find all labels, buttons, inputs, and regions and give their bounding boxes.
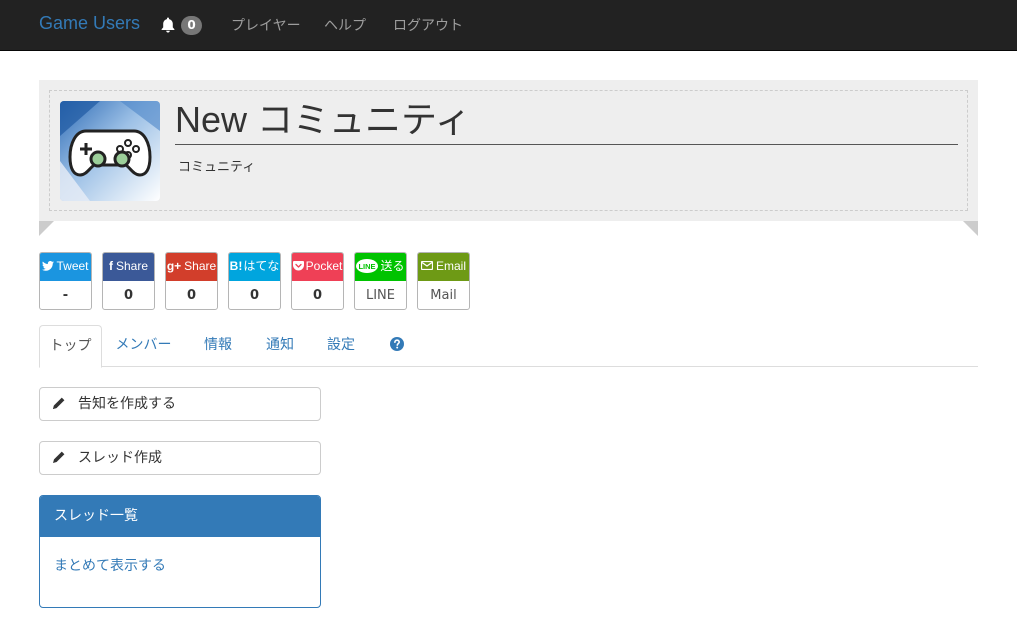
line-icon: LINE — [356, 259, 379, 273]
tab-top[interactable]: トップ — [39, 325, 102, 368]
googleplus-icon: g+ — [166, 259, 182, 273]
ribbon-fold-right — [963, 221, 978, 236]
share-twitter-button[interactable]: Tweet - — [39, 252, 92, 310]
share-line-button[interactable]: LINE 送る LINE — [354, 252, 407, 310]
tab-help[interactable] — [379, 325, 415, 367]
thread-list-title: スレッド一覧 — [40, 496, 320, 537]
bell-icon[interactable] — [159, 16, 177, 34]
create-thread-label: スレッド作成 — [78, 450, 162, 466]
tab-info[interactable]: 情報 — [189, 325, 247, 367]
top-navbar: Game Users 0 プレイヤー ヘルプ ログアウト — [0, 0, 1017, 51]
facebook-icon: f — [108, 259, 113, 273]
share-label: 送る — [380, 259, 405, 273]
share-googleplus-button[interactable]: g+ Share 0 — [165, 252, 218, 310]
gamepad-icon — [60, 101, 160, 201]
community-tabs: トップ メンバー 情報 通知 設定 — [39, 325, 978, 368]
brand-link[interactable]: Game Users — [39, 13, 140, 34]
create-notice-button[interactable]: 告知を作成する — [39, 387, 321, 421]
ribbon-fold-left — [39, 221, 54, 236]
thread-list-panel: スレッド一覧 まとめて表示する — [39, 495, 321, 608]
share-facebook-button[interactable]: f Share 0 — [102, 252, 155, 310]
community-title: New コミュニティ — [175, 98, 958, 145]
share-label: はてな — [243, 259, 280, 273]
share-count: 0 — [186, 288, 197, 303]
nav-link-players[interactable]: プレイヤー — [231, 15, 301, 35]
tab-members[interactable]: メンバー — [105, 325, 182, 367]
share-label: Share — [184, 259, 217, 273]
pocket-icon — [292, 261, 304, 271]
share-count: 0 — [123, 288, 134, 303]
share-count: 0 — [249, 288, 260, 303]
nav-link-logout[interactable]: ログアウト — [393, 15, 463, 35]
share-label: Share — [115, 259, 149, 273]
create-thread-button[interactable]: スレッド作成 — [39, 441, 321, 475]
share-pocket-button[interactable]: Pocket 0 — [291, 252, 344, 310]
hatena-icon: B! — [229, 259, 243, 273]
community-avatar — [60, 101, 160, 201]
pencil-icon — [53, 451, 65, 463]
share-count: - — [62, 288, 69, 303]
share-count: Mail — [430, 288, 457, 303]
share-count: 0 — [312, 288, 323, 303]
share-hatena-button[interactable]: B!はてな 0 — [228, 252, 281, 310]
create-notice-label: 告知を作成する — [78, 396, 176, 412]
share-label: Email — [435, 259, 466, 273]
notification-count-badge[interactable]: 0 — [181, 16, 202, 35]
nav-link-help[interactable]: ヘルプ — [324, 15, 366, 35]
tab-notifications[interactable]: 通知 — [251, 325, 309, 367]
svg-text:LINE: LINE — [359, 262, 376, 271]
question-circle-icon — [390, 337, 404, 351]
share-email-button[interactable]: Email Mail — [417, 252, 470, 310]
share-label: Tweet — [56, 259, 89, 273]
twitter-icon — [42, 261, 55, 271]
share-label: Pocket — [305, 259, 343, 273]
show-all-threads-link[interactable]: まとめて表示する — [54, 558, 166, 574]
share-count: LINE — [365, 288, 395, 303]
pencil-icon — [53, 397, 65, 409]
mail-icon — [420, 260, 434, 271]
community-subtitle: コミュニティ — [178, 160, 256, 175]
tab-settings[interactable]: 設定 — [312, 325, 370, 367]
